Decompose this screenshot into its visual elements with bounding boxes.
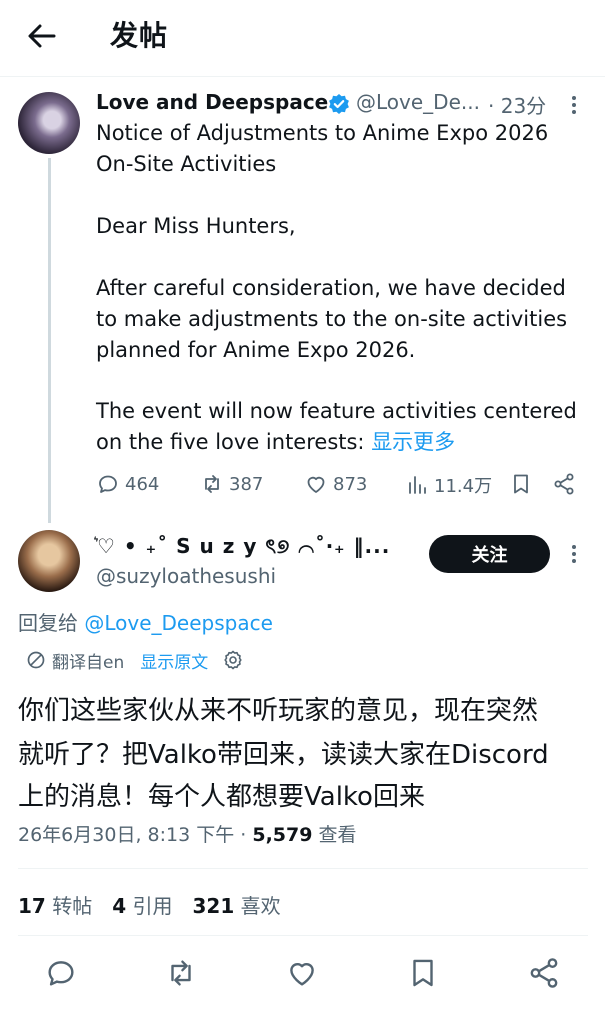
post-time[interactable]: · 23分 xyxy=(488,90,546,119)
bookmark-icon[interactable] xyxy=(509,472,533,496)
views-label: 查看 xyxy=(312,824,357,846)
post-text-line: 上的消息！每个人都想要Valko回来 xyxy=(18,782,425,812)
reply-icon[interactable] xyxy=(44,956,78,990)
settings-gear-icon[interactable] xyxy=(222,649,244,671)
engagement-stats: 17 转帖 4 引用 321 喜欢 xyxy=(18,890,281,919)
divider xyxy=(0,76,605,77)
replying-prefix: 回复给 xyxy=(18,611,85,635)
replying-to-handle[interactable]: @Love_Deepspace xyxy=(84,611,273,635)
post-text-line: to make adjustments to the on-site activ… xyxy=(96,307,568,331)
translate-icon xyxy=(26,650,46,670)
views-icon xyxy=(405,473,429,497)
author-name[interactable]: ͛♡ • ₊˚ S u z y ৎ୭ ⌒˚‧₊ ‖... xyxy=(96,532,390,565)
share-icon[interactable] xyxy=(527,956,561,990)
post-text-line: planned for Anime Expo 2026. xyxy=(96,338,416,362)
post-text-line: Notice of Adjustments to Anime Expo 2026 xyxy=(96,121,549,145)
repost-button[interactable]: 387 xyxy=(200,472,263,496)
views-count: 11.4万 xyxy=(434,476,493,497)
like-icon xyxy=(304,472,328,496)
author-name[interactable]: Love and Deepspace xyxy=(96,90,328,114)
top-bar: 发帖 xyxy=(0,0,605,76)
repost-icon[interactable] xyxy=(164,956,198,990)
bookmark-icon[interactable] xyxy=(406,956,440,990)
post-text-line-last: on the five love interests: 显示更多 xyxy=(96,427,455,458)
author-handle[interactable]: @Love_De... xyxy=(356,90,480,114)
translation-bar: 翻译自en 显示原文 xyxy=(26,647,244,673)
show-more-link[interactable]: 显示更多 xyxy=(371,430,455,454)
divider xyxy=(18,868,588,869)
show-original-link[interactable]: 显示原文 xyxy=(140,648,208,673)
page-title: 发帖 xyxy=(110,19,169,52)
post-text-line: Dear Miss Hunters, xyxy=(96,214,296,238)
reposts-stat[interactable]: 17 转帖 xyxy=(18,890,92,919)
more-vertical-icon[interactable] xyxy=(566,543,582,565)
like-icon[interactable] xyxy=(285,956,319,990)
follow-button[interactable]: 关注 xyxy=(429,535,550,573)
replying-to: 回复给 @Love_Deepspace xyxy=(18,607,273,636)
like-count: 873 xyxy=(333,473,368,495)
author-handle[interactable]: @suzyloathesushi xyxy=(96,564,276,588)
post-text-line: After careful consideration, we have dec… xyxy=(96,276,566,300)
reply-icon xyxy=(96,472,120,496)
post-text-line: 就听了？把Valko带回来，读读大家在Discord xyxy=(18,740,549,770)
repost-count: 387 xyxy=(229,473,264,495)
translated-from: 翻译自en xyxy=(52,652,125,673)
avatar[interactable] xyxy=(18,92,80,154)
more-vertical-icon[interactable] xyxy=(566,94,582,116)
quotes-stat[interactable]: 4 引用 xyxy=(112,890,172,919)
verified-badge-icon xyxy=(328,93,350,115)
reply-button[interactable]: 464 xyxy=(96,472,159,496)
share-icon[interactable] xyxy=(552,472,576,496)
post-text-line: On-Site Activities xyxy=(96,152,277,176)
post-text-line: 你们这些家伙从来不听玩家的意见，现在突然 xyxy=(18,696,539,726)
back-arrow-icon[interactable] xyxy=(22,18,62,54)
like-button[interactable]: 873 xyxy=(304,472,367,496)
post-text-line: The event will now feature activities ce… xyxy=(96,399,577,423)
post-text: on the five love interests: xyxy=(96,430,372,454)
repost-icon xyxy=(200,472,224,496)
view-count: 5,579 xyxy=(252,824,313,846)
divider xyxy=(18,935,588,936)
post-timestamp[interactable]: 26年6月30日, 8:13 下午 · xyxy=(18,824,252,846)
thread-connector xyxy=(48,158,51,523)
views-button[interactable]: 11.4万 xyxy=(405,472,492,498)
likes-stat[interactable]: 321 喜欢 xyxy=(192,890,280,919)
reply-count: 464 xyxy=(125,473,160,495)
avatar[interactable] xyxy=(18,530,80,592)
post-meta: 26年6月30日, 8:13 下午 · 5,579 查看 xyxy=(18,820,357,847)
